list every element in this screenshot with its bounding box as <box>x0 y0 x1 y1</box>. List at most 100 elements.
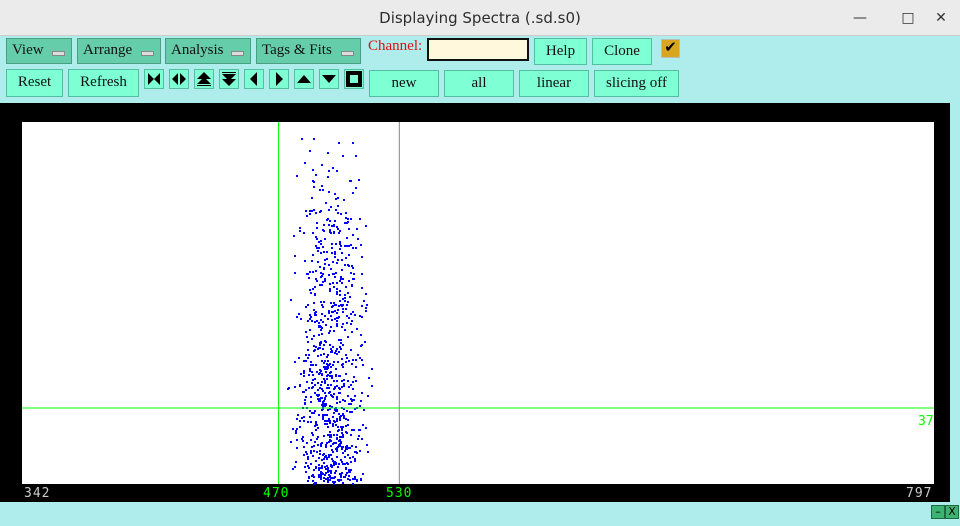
maximize-button[interactable]: □ <box>893 0 923 36</box>
data-point <box>318 326 320 328</box>
menu-label: View <box>12 42 44 58</box>
data-point <box>360 345 362 347</box>
data-point <box>342 436 344 438</box>
data-point <box>340 348 342 350</box>
data-point <box>325 444 327 446</box>
minimize-button[interactable]: — <box>845 0 875 36</box>
data-point <box>312 232 314 234</box>
data-point <box>344 264 346 266</box>
scroll-down-button[interactable] <box>319 69 339 89</box>
data-point <box>352 388 354 390</box>
data-point <box>329 330 331 332</box>
slicing-button[interactable]: slicing off <box>594 70 679 97</box>
data-point <box>339 290 341 292</box>
zoom-in-x-button[interactable] <box>144 69 164 89</box>
help-button[interactable]: Help <box>534 38 587 65</box>
data-point <box>332 425 334 427</box>
channel-input[interactable] <box>427 38 529 61</box>
close-button[interactable]: ✕ <box>926 0 956 36</box>
data-point <box>345 418 347 420</box>
data-point <box>321 284 323 286</box>
data-point <box>343 417 345 419</box>
menu-analysis[interactable]: Analysis <box>165 38 251 64</box>
refresh-button[interactable]: Refresh <box>68 69 139 97</box>
checkbox[interactable]: ✔ <box>661 39 680 58</box>
dropdown-indicator-icon <box>52 51 65 56</box>
data-point <box>335 350 337 352</box>
data-point <box>332 416 334 418</box>
data-point <box>371 368 373 370</box>
data-point <box>357 238 359 240</box>
data-point <box>329 475 331 477</box>
data-point <box>321 185 323 187</box>
data-point <box>364 341 366 343</box>
scatter-plot[interactable]: 37 <box>0 103 950 502</box>
data-point <box>336 418 338 420</box>
full-view-button[interactable] <box>344 69 364 89</box>
data-point <box>310 396 312 398</box>
data-point <box>313 412 315 414</box>
data-point <box>341 448 343 450</box>
data-point <box>354 458 356 460</box>
data-point <box>367 451 369 453</box>
data-point <box>344 463 346 465</box>
data-point <box>306 453 308 455</box>
data-point <box>348 360 350 362</box>
data-point <box>365 310 367 312</box>
data-point <box>307 357 309 359</box>
data-point <box>319 211 321 213</box>
spectrum-canvas[interactable]: 37 <box>0 103 950 502</box>
new-button[interactable]: new <box>369 70 439 97</box>
data-point <box>307 320 309 322</box>
clone-button[interactable]: Clone <box>592 38 652 65</box>
scroll-right-button[interactable] <box>269 69 289 89</box>
data-point <box>305 354 307 356</box>
data-point <box>308 387 310 389</box>
data-point <box>355 380 357 382</box>
all-button[interactable]: all <box>444 70 514 97</box>
menu-arrange[interactable]: Arrange <box>77 38 161 64</box>
data-point <box>351 320 353 322</box>
data-point <box>307 349 309 351</box>
menu-tags-fits[interactable]: Tags & Fits <box>256 38 361 64</box>
close-pane-button[interactable]: X <box>945 505 959 519</box>
data-point <box>313 309 315 311</box>
data-point <box>307 421 309 423</box>
data-point <box>332 451 334 453</box>
data-point <box>320 370 322 372</box>
scale-up-button[interactable] <box>194 69 214 89</box>
scale-down-button[interactable] <box>219 69 239 89</box>
data-point <box>336 353 338 355</box>
data-point <box>311 432 313 434</box>
data-point <box>335 470 337 472</box>
scroll-up-button[interactable] <box>294 69 314 89</box>
y-marker-label: 37 <box>918 414 934 429</box>
data-point <box>345 286 347 288</box>
data-point <box>342 344 344 346</box>
linear-button[interactable]: linear <box>519 70 589 97</box>
data-point <box>325 366 327 368</box>
data-point <box>305 462 307 464</box>
data-point <box>341 252 343 254</box>
data-point <box>333 442 335 444</box>
data-point <box>336 450 338 452</box>
data-point <box>342 308 344 310</box>
data-point <box>336 420 338 422</box>
data-point <box>307 465 309 467</box>
data-point <box>311 197 313 199</box>
data-point <box>303 375 305 377</box>
data-point <box>332 282 334 284</box>
reset-button[interactable]: Reset <box>6 69 63 97</box>
data-point <box>317 398 319 400</box>
data-point <box>321 333 323 335</box>
data-point <box>303 420 305 422</box>
data-point <box>306 336 308 338</box>
menu-view[interactable]: View <box>6 38 72 64</box>
scroll-left-button[interactable] <box>244 69 264 89</box>
data-point <box>358 179 360 181</box>
minimize-pane-button[interactable]: – <box>931 505 945 519</box>
data-point <box>331 377 333 379</box>
zoom-out-x-button[interactable] <box>169 69 189 89</box>
collapse-horizontal-icon <box>148 73 160 85</box>
data-point <box>323 453 325 455</box>
